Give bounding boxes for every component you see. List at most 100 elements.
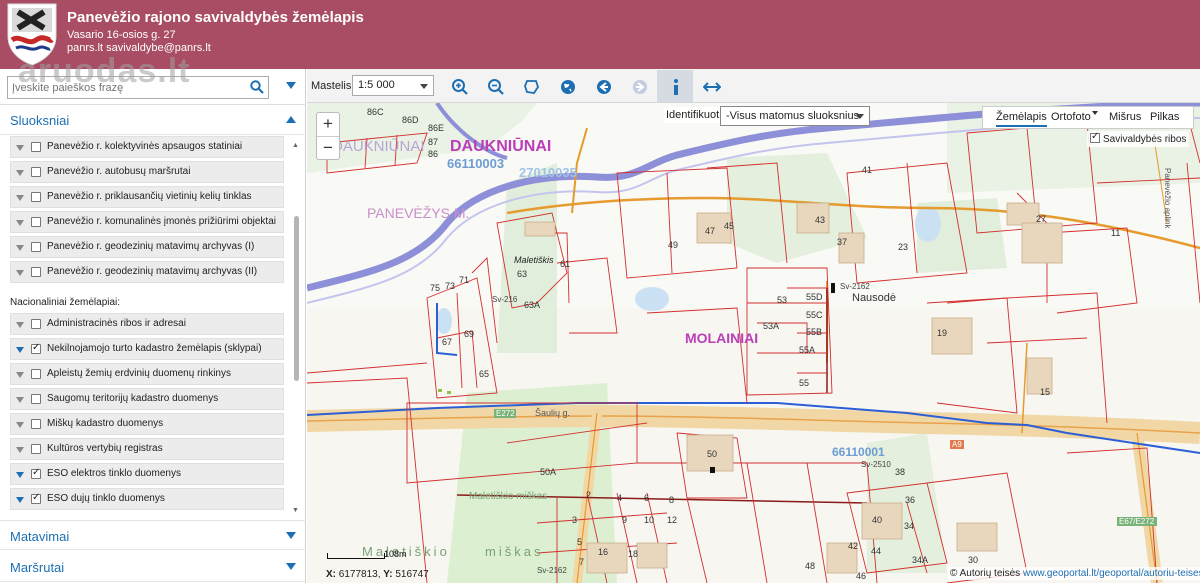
zoom-in-icon [452,79,468,95]
parcel-number: 40 [872,515,882,525]
layer-checkbox[interactable] [31,369,41,379]
chevron-up-icon[interactable] [286,116,296,124]
layer-label: Panevėžio r. geodezinių matavimų archyva… [47,241,255,252]
layer-item[interactable]: Apleistų žemių erdvinių duomenų rinkinys [10,363,284,385]
layer-item[interactable]: Panevėžio r. autobusų maršrutai [10,161,284,183]
layer-checkbox[interactable] [31,394,41,404]
layers-section-header[interactable]: Sluoksniai [0,105,306,135]
zoom-in-button[interactable] [441,70,477,102]
chevron-down-icon[interactable] [16,372,24,378]
boundary-toggle[interactable]: Savivaldybės ribos [1087,131,1190,147]
basemap-ortho-option[interactable]: Ortofoto [1051,111,1091,123]
layer-checkbox[interactable] [31,217,41,227]
layer-item[interactable]: Nekilnojamojo turto kadastro žemėlapis (… [10,338,284,360]
header-contacts[interactable]: panrs.lt savivaldybe@panrs.lt [67,42,211,54]
layer-checkbox[interactable] [31,467,41,479]
layers-list: Panevėžio r. kolektyvinės apsaugos stati… [0,136,306,582]
layer-checkbox[interactable] [31,242,41,252]
chevron-down-icon[interactable] [16,220,24,226]
layer-checkbox[interactable] [31,444,41,454]
parcel-number: 61 [560,259,570,269]
label-maletiskis: Maletiškis [514,255,554,265]
search-input[interactable] [7,76,269,99]
measure-icon [703,82,721,92]
header-address: Vasario 16-osios g. 27 [67,29,176,41]
boundary-label: Savivaldybės ribos [1103,134,1187,145]
select-area-button[interactable] [513,70,549,102]
chevron-down-icon[interactable] [16,472,24,478]
layer-checkbox[interactable] [31,492,41,504]
identify-select[interactable]: -Visus matomus sluoksnius- [720,106,870,126]
layer-checkbox[interactable] [31,192,41,202]
next-extent-button[interactable] [621,70,657,102]
measure-button[interactable] [693,70,729,102]
layer-item[interactable]: ESO dujų tinklo duomenys [10,488,284,510]
layer-checkbox[interactable] [31,319,41,329]
layer-item[interactable]: Panevėžio r. geodezinių matavimų archyva… [10,236,284,258]
layer-item[interactable]: Panevėžio r. komunalinės įmonės prižiūri… [10,211,284,233]
layer-item[interactable]: Kultūros vertybių registras [10,438,284,460]
basemap-map-option[interactable]: Žemėlapis [996,111,1047,127]
app-title: Panevėžio rajono savivaldybės žemėlapis [67,9,364,26]
chevron-down-icon[interactable] [1092,111,1098,115]
previous-extent-button[interactable] [585,70,621,102]
chevron-down-icon[interactable] [16,322,24,328]
chevron-down-icon[interactable] [16,447,24,453]
basemap-gray-option[interactable]: Pilkas [1150,111,1179,123]
identify-button[interactable] [657,70,693,102]
layer-item[interactable]: Miškų kadastro duomenys [10,413,284,435]
parcel-number: 34 [904,521,914,531]
layer-checkbox[interactable] [31,167,41,177]
chevron-down-icon[interactable] [16,347,24,353]
parcel-number: 45 [724,221,734,231]
label-miskas-forest: miškas [485,544,543,559]
layer-item[interactable]: Administracinės ribos ir adresai [10,313,284,335]
map-area[interactable]: DAUKNIŪNAI DAUKNIŪNAI PANEVĖŽYS M. MOLAI… [307,69,1200,583]
copyright-link[interactable]: www.geoportal.lt/geoportal/autoriu-teise… [1023,568,1200,579]
chevron-down-icon[interactable] [16,270,24,276]
zoom-control: + − [316,112,340,160]
chevron-down-icon[interactable] [286,563,296,571]
layer-item[interactable]: Panevėžio r. priklausančių vietinių keli… [10,186,284,208]
parcel-number: 9 [622,515,627,525]
parcel-number: 47 [705,226,715,236]
map-canvas[interactable]: DAUKNIŪNAI DAUKNIŪNAI PANEVĖŽYS M. MOLAI… [307,103,1200,583]
layers-scrollbar[interactable] [294,216,299,381]
layer-label: Kultūros vertybių registras [47,443,163,454]
layer-item[interactable]: Panevėžio r. kolektyvinės apsaugos stati… [10,136,284,158]
scroll-up-arrow[interactable]: ▲ [292,142,299,149]
layer-checkbox[interactable] [31,419,41,429]
map-zoom-out-button[interactable]: − [317,137,339,160]
scale-select[interactable]: 1:5 000 [352,75,434,96]
chevron-down-icon[interactable] [16,145,24,151]
boundary-checkbox[interactable] [1090,131,1100,143]
chevron-down-icon[interactable] [286,532,296,540]
measurements-section-header[interactable]: Matavimai [0,520,306,550]
layer-item[interactable]: Saugomų teritorijų kadastro duomenys [10,388,284,410]
chevron-down-icon[interactable] [16,422,24,428]
layer-checkbox[interactable] [31,142,41,152]
routes-section-header[interactable]: Maršrutai [0,552,306,582]
layer-label: Panevėžio r. komunalinės įmonės prižiūri… [47,216,276,227]
zoom-out-button[interactable] [477,70,513,102]
label-daukniunai-faded: DAUKNIŪNAI [332,138,425,155]
layer-checkbox[interactable] [31,267,41,277]
layer-label: ESO elektros tinklo duomenys [47,468,181,479]
layer-item[interactable]: Panevėžio r. geodezinių matavimų archyva… [10,261,284,283]
map-zoom-in-button[interactable]: + [317,113,339,136]
full-extent-button[interactable] [549,70,585,102]
layer-checkbox[interactable] [31,342,41,354]
chevron-down-icon[interactable] [16,170,24,176]
chevron-down-icon[interactable] [16,245,24,251]
scroll-down-arrow[interactable]: ▼ [292,507,299,514]
road-label: Sv-2162 [840,282,870,291]
layer-item[interactable]: ESO elektros tinklo duomenys [10,463,284,485]
chevron-down-icon[interactable] [286,82,296,90]
app-header: Panevėžio rajono savivaldybės žemėlapis … [0,0,1200,69]
chevron-down-icon[interactable] [16,497,24,503]
basemap-mixed-option[interactable]: Mišrus [1109,111,1141,123]
chevron-down-icon[interactable] [16,397,24,403]
parcel-number: 53 [777,295,787,305]
chevron-down-icon[interactable] [16,195,24,201]
search-icon[interactable] [250,80,264,94]
